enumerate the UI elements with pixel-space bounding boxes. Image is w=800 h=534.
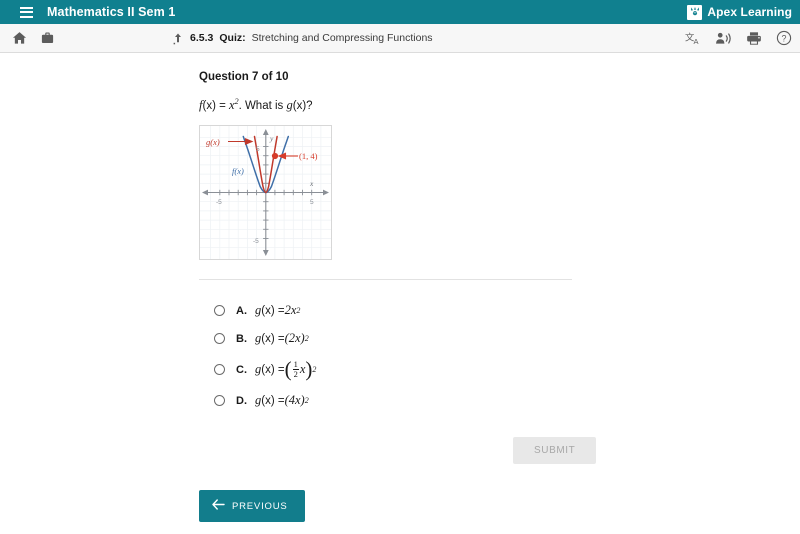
- choice-letter-b: B.: [236, 332, 247, 345]
- graph-point-label: (1, 4): [299, 151, 318, 161]
- graph-x-axis-label: x: [309, 179, 314, 188]
- stem-gx: (x)?: [292, 99, 313, 112]
- choice-expression-c: g (x) = (1 2 x) 2: [255, 356, 317, 381]
- choice-letter-d: D.: [236, 394, 247, 407]
- submit-row: SUBMIT: [0, 436, 800, 464]
- breadcrumb-title: Stretching and Compressing Functions: [251, 32, 433, 44]
- graph-label-g: g(x): [206, 137, 220, 147]
- choice-d-expr: (4x): [284, 393, 305, 408]
- previous-button-label: PREVIOUS: [232, 500, 288, 512]
- graph-ytick-neg5: -5: [253, 238, 259, 245]
- choice-letter-a: A.: [236, 304, 247, 317]
- briefcase-icon[interactable]: [40, 31, 55, 45]
- graph-ytick-5: 5: [256, 146, 260, 153]
- radio-button-c[interactable]: [214, 364, 225, 376]
- arrow-left-icon: [212, 499, 225, 513]
- radio-button-a[interactable]: [214, 305, 225, 317]
- submit-button[interactable]: SUBMIT: [513, 436, 597, 464]
- hamburger-menu-icon[interactable]: [20, 6, 33, 18]
- stem-fx: (x) =: [202, 99, 229, 112]
- upload-arrow-icon[interactable]: [172, 32, 184, 45]
- choice-a-expr: 2x: [284, 303, 297, 318]
- breadcrumb-type: Quiz:: [219, 32, 246, 44]
- breadcrumb-number: 6.5.3: [190, 32, 214, 44]
- brand-name: Apex Learning: [707, 5, 792, 19]
- graph-xtick-5: 5: [310, 199, 314, 206]
- read-aloud-icon[interactable]: [715, 31, 732, 46]
- choice-expression-b: g (x) = (2x) 2: [255, 331, 309, 346]
- answer-choice-b[interactable]: B. g (x) = (2x) 2: [214, 325, 800, 353]
- choice-b-expr: (2x): [284, 331, 305, 346]
- function-graph: g(x) f(x) (1, 4) x y 5 -5 -5 5: [199, 124, 332, 260]
- previous-row: PREVIOUS: [199, 490, 305, 522]
- choice-letter-c: C.: [236, 363, 247, 376]
- graph-y-axis-label: y: [269, 134, 274, 143]
- answer-choice-a[interactable]: A. g (x) = 2x 2: [214, 297, 800, 325]
- answer-choice-c[interactable]: C. g (x) = (1 2 x) 2: [214, 353, 800, 387]
- course-title: Mathematics II Sem 1: [47, 5, 176, 19]
- choice-c-close-paren: ): [305, 356, 313, 381]
- choice-c-paren: (x) =: [261, 363, 285, 376]
- printer-icon[interactable]: [746, 31, 762, 46]
- choice-a-exponent: 2: [296, 306, 301, 316]
- choice-c-denominator: 2: [293, 369, 298, 380]
- answer-choice-d[interactable]: D. g (x) = (4x) 2: [214, 387, 800, 415]
- svg-text:?: ?: [782, 33, 787, 43]
- help-question-icon[interactable]: ?: [776, 30, 792, 46]
- brand-logo: Apex Learning: [687, 0, 792, 24]
- choice-a-paren: (x) =: [261, 304, 285, 317]
- top-navigation-bar: Mathematics II Sem 1 Apex Learning: [0, 0, 800, 24]
- question-content: Question 7 of 10 f(x) = x2. What is g(x)…: [0, 53, 800, 534]
- secondary-toolbar: 6.5.3 Quiz: Stretching and Compressing F…: [0, 24, 800, 53]
- choice-b-exponent: 2: [304, 334, 309, 344]
- choice-expression-a: g (x) = 2x 2: [255, 303, 300, 318]
- choice-d-exponent: 2: [304, 396, 309, 406]
- translate-icon[interactable]: 文 A: [685, 31, 701, 46]
- section-divider: [199, 278, 572, 280]
- stem-rest: . What is: [238, 99, 287, 112]
- radio-button-d[interactable]: [214, 395, 225, 407]
- apex-logo-mark-icon: [687, 4, 703, 20]
- breadcrumb: 6.5.3 Quiz: Stretching and Compressing F…: [172, 32, 433, 45]
- graph-label-f: f(x): [232, 166, 244, 176]
- choice-c-open-paren: (: [284, 356, 292, 381]
- graph-xtick-neg5: -5: [216, 199, 222, 206]
- choice-c-fraction: 12: [292, 360, 299, 380]
- question-stem: f(x) = x2. What is g(x)?: [199, 97, 800, 113]
- home-icon[interactable]: [12, 31, 27, 45]
- choice-c-exponent: 2: [312, 365, 317, 375]
- svg-text:A: A: [693, 37, 698, 46]
- question-heading: Question 7 of 10: [199, 71, 289, 83]
- previous-button[interactable]: PREVIOUS: [199, 490, 305, 522]
- choice-b-paren: (x) =: [261, 332, 285, 345]
- radio-button-b[interactable]: [214, 333, 225, 345]
- choice-expression-d: g (x) = (4x) 2: [255, 393, 309, 408]
- answer-choice-list: A. g (x) = 2x 2 B. g (x) = (2x) 2 C. g (x) = …: [214, 297, 800, 415]
- choice-d-paren: (x) =: [261, 394, 285, 407]
